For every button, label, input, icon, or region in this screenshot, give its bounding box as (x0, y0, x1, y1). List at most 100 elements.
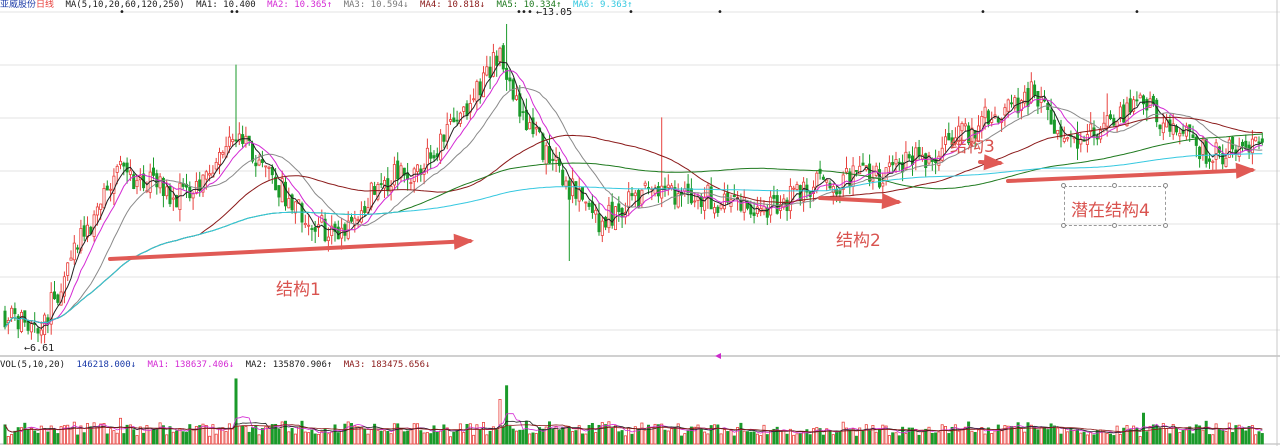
candle-body (409, 182, 413, 184)
volume-bar (76, 434, 80, 445)
volume-bar (231, 428, 235, 445)
candle-body (884, 167, 888, 181)
volume-bar (1039, 426, 1043, 445)
volume-bar (336, 432, 340, 445)
volume-bar (105, 433, 109, 445)
volume-bar (13, 430, 17, 445)
candle-body (1260, 138, 1264, 143)
resize-handle-bl[interactable] (1061, 223, 1066, 228)
candle-body (1102, 122, 1106, 130)
volume-bar (746, 431, 750, 445)
candle-body (244, 135, 248, 145)
candle-body (944, 136, 948, 145)
candle-body (1198, 146, 1202, 160)
volume-bar (485, 434, 489, 445)
volume-bar (478, 429, 482, 445)
resize-handle-br[interactable] (1163, 223, 1168, 228)
volume-bar (934, 432, 938, 445)
volume-bar (808, 434, 812, 445)
candle-body (904, 151, 908, 170)
volume-bar (726, 431, 730, 445)
volume-bar (201, 423, 205, 445)
candle-body (287, 198, 291, 209)
structure-2-arrow-head (881, 193, 902, 210)
resize-handle-tl[interactable] (1061, 183, 1066, 188)
volume-bar (673, 426, 677, 445)
candle-body (165, 186, 169, 197)
volume-bar (508, 425, 512, 445)
candle-body (102, 188, 106, 209)
candle-body (528, 122, 532, 130)
candle-body (643, 182, 647, 186)
volume-bar (429, 433, 433, 445)
candle-body (564, 180, 568, 187)
volume-bar (353, 425, 357, 445)
volume-bar (184, 431, 188, 445)
candle-body (1135, 99, 1139, 102)
low-price-label: ←6.61 (24, 343, 55, 354)
candle-body (1138, 94, 1142, 99)
candle-body (633, 192, 637, 197)
candle-body (617, 203, 621, 212)
volume-bar (1000, 430, 1004, 445)
volume-bar (369, 428, 373, 445)
resize-handle-bm[interactable] (1112, 223, 1117, 228)
volume-bar (917, 434, 921, 445)
volume-bar (181, 431, 185, 445)
volume-bar (445, 427, 449, 445)
volume-bar (1019, 428, 1023, 445)
volume-bar (224, 431, 228, 445)
candle-body (663, 185, 667, 189)
volume-bar (706, 433, 710, 445)
volume-bar (303, 431, 307, 445)
candle-body (508, 77, 512, 82)
volume-bar (587, 424, 591, 445)
candle-body (386, 178, 390, 192)
candle-body (1155, 99, 1159, 123)
candle-body (234, 139, 238, 142)
candle-body (594, 209, 598, 215)
candle-body (313, 227, 317, 232)
volume-bar (841, 421, 845, 445)
candle-body (541, 133, 545, 160)
candle-body (1016, 97, 1020, 114)
candle-body (204, 171, 208, 180)
volume-bar (330, 431, 334, 445)
candle-body (587, 202, 591, 207)
candle-body (845, 168, 849, 173)
candle-body (363, 206, 367, 213)
candle-body (1204, 138, 1208, 164)
candle-body (775, 195, 779, 214)
volume-bar (996, 424, 1000, 445)
candle-body (462, 106, 466, 112)
volume-bar (614, 425, 618, 445)
volume-bar (980, 427, 984, 445)
volume-bar (465, 423, 469, 445)
structure-4-textbox[interactable]: 潜在结构4 (1064, 186, 1166, 226)
volume-bar (23, 422, 27, 445)
volume-bar (640, 422, 644, 445)
candle-body (99, 203, 103, 210)
volume-bar (897, 435, 901, 445)
candle-body (795, 184, 799, 190)
volume-bar (967, 421, 971, 445)
volume-bar (1003, 425, 1007, 445)
volume-bar (472, 434, 476, 445)
volume-bar (719, 433, 723, 445)
event-marker: • (980, 7, 986, 18)
candle-body (250, 142, 254, 162)
volume-bar (1109, 433, 1113, 445)
volume-bar (1023, 431, 1027, 445)
volume-bar (637, 429, 641, 445)
candle-body (1036, 90, 1040, 107)
candle-body (551, 158, 555, 161)
resize-handle-tr[interactable] (1163, 183, 1168, 188)
candle-body (151, 167, 155, 176)
candle-body (432, 155, 436, 159)
candle-body (534, 127, 538, 130)
resize-handle-tm[interactable] (1112, 183, 1117, 188)
volume-bar (241, 425, 245, 445)
volume-bar (142, 432, 146, 445)
candle-body (835, 189, 839, 195)
candle-body (501, 45, 505, 70)
